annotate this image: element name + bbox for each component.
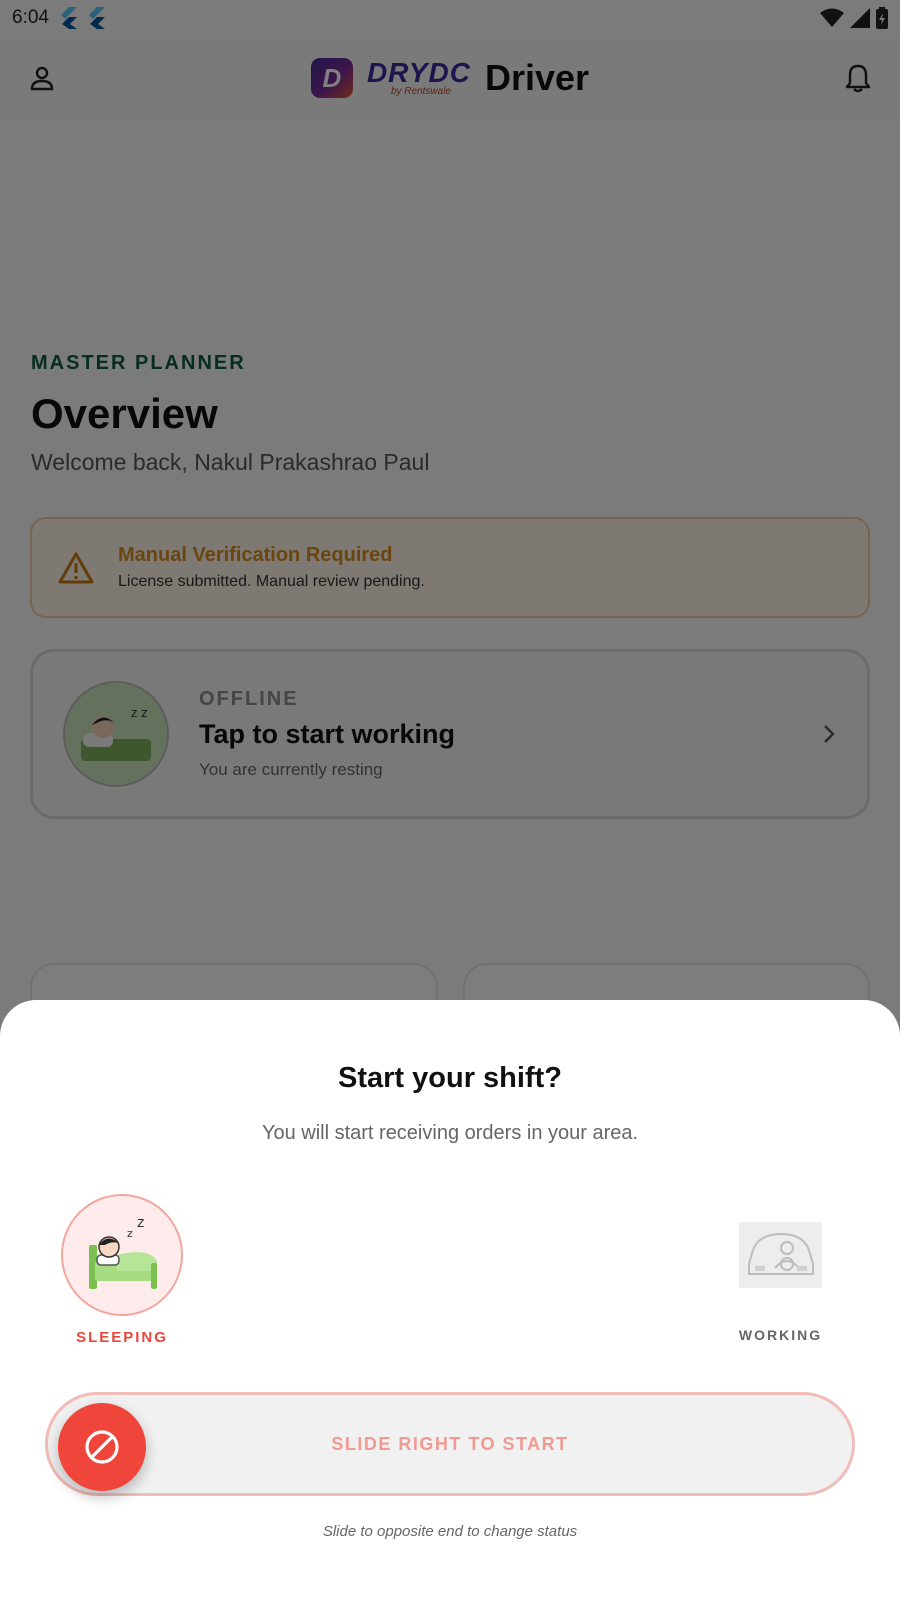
slide-to-start-track[interactable]: SLIDE RIGHT TO START: [45, 1392, 855, 1496]
slider-knob[interactable]: [58, 1403, 146, 1491]
slider-label: SLIDE RIGHT TO START: [331, 1433, 569, 1454]
sleeping-label: SLEEPING: [76, 1329, 168, 1346]
svg-text:z: z: [137, 1215, 144, 1231]
working-label: WORKING: [738, 1327, 823, 1343]
sheet-subtitle: You will start receiving orders in your …: [261, 1122, 639, 1144]
start-shift-sheet: Start your shift? You will start receivi…: [0, 1000, 900, 1600]
sleeping-icon: z z: [61, 1194, 183, 1316]
svg-text:z: z: [127, 1227, 133, 1240]
block-icon: [85, 1430, 119, 1464]
driving-icon: [739, 1222, 822, 1288]
sheet-title: Start your shift?: [338, 1062, 562, 1094]
slider-hint: Slide to opposite end to change status: [322, 1523, 578, 1540]
